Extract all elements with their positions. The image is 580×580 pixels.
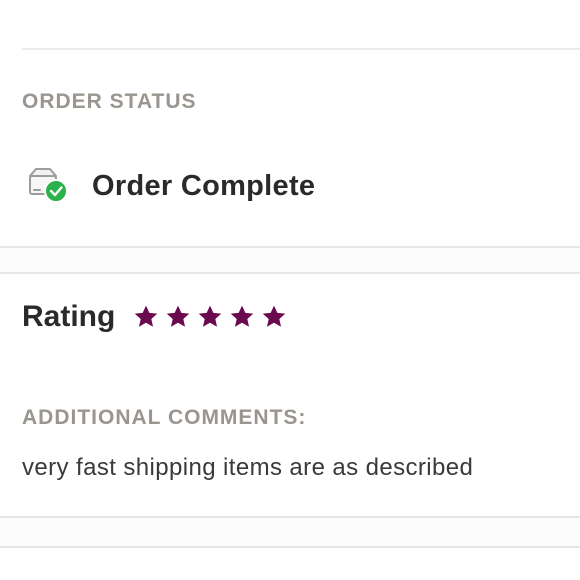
order-status-row: Order Complete xyxy=(26,166,315,206)
rating-label: Rating xyxy=(22,300,116,333)
order-status-heading: ORDER STATUS xyxy=(22,90,197,113)
star-icon xyxy=(263,305,286,327)
star-icon xyxy=(199,305,222,327)
section-separator xyxy=(0,516,580,548)
rating-row: Rating xyxy=(22,300,287,334)
package-check-icon xyxy=(26,166,70,206)
section-separator xyxy=(0,246,580,274)
star-icon xyxy=(135,305,158,327)
star-icon xyxy=(231,305,254,327)
rating-stars xyxy=(133,304,287,330)
star-icon xyxy=(167,305,190,327)
additional-comments-heading: ADDITIONAL COMMENTS: xyxy=(22,406,307,429)
order-status-text: Order Complete xyxy=(92,169,316,202)
additional-comments-text: very fast shipping items are as describe… xyxy=(22,454,474,481)
divider xyxy=(22,48,580,50)
order-details-page: ORDER STATUS Order Complete Rating ADDIT… xyxy=(0,0,580,580)
